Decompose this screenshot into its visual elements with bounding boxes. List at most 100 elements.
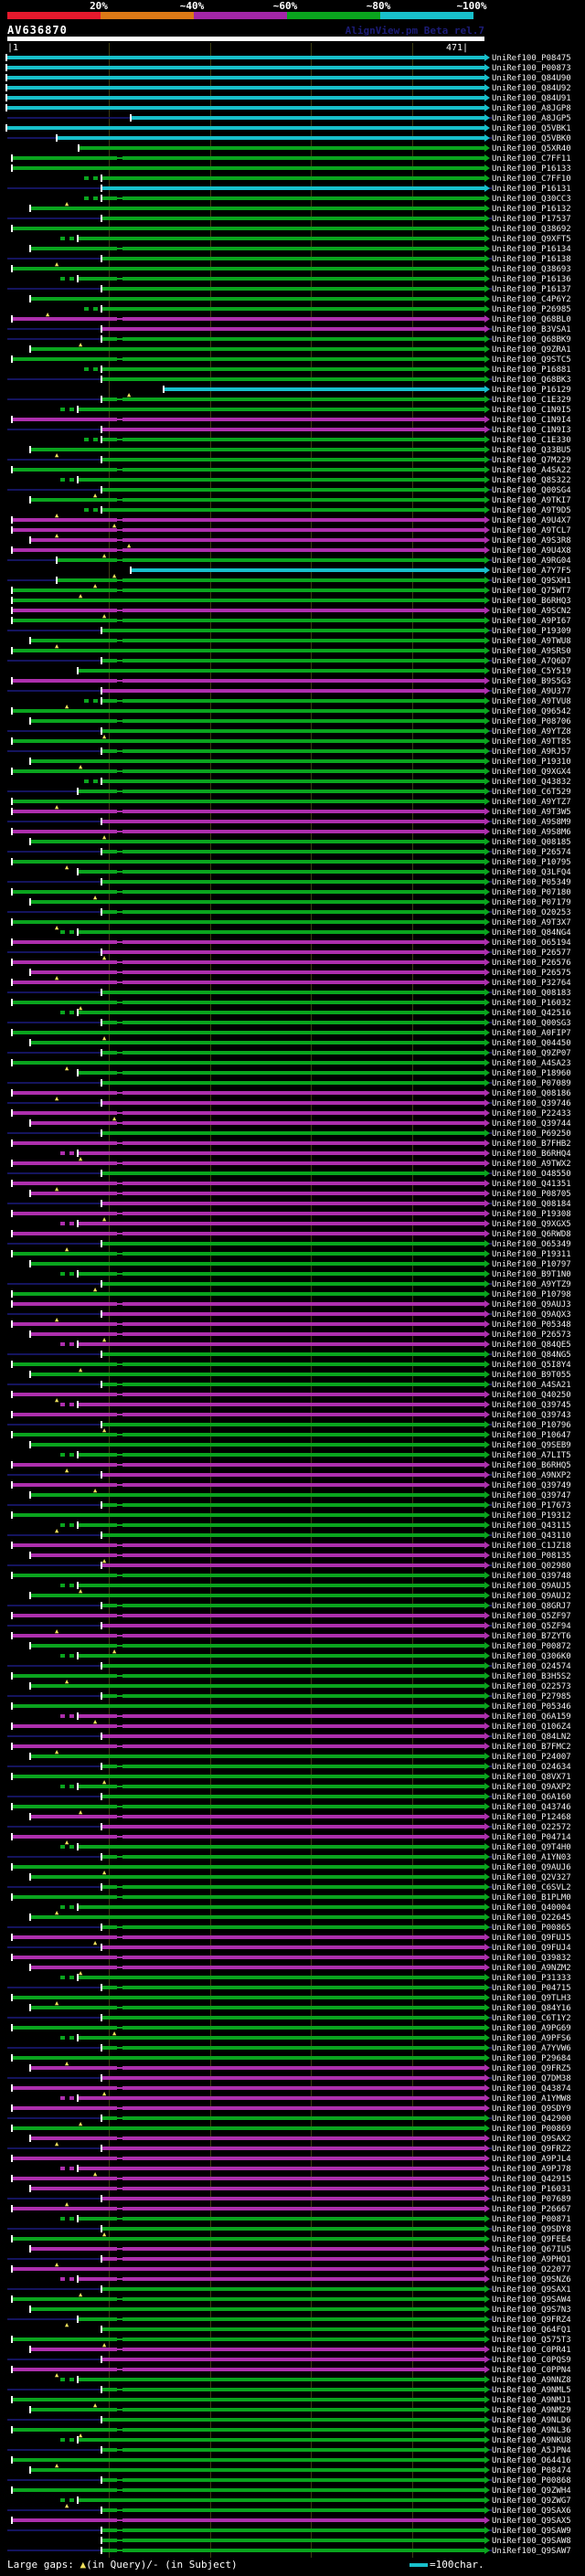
alignment-row[interactable]: UniRef100_O65349	[0, 1239, 585, 1249]
alignment-bar[interactable]	[79, 2498, 484, 2502]
alignment-bar[interactable]	[13, 548, 484, 552]
row-label[interactable]: UniRef100_P26573	[492, 1330, 571, 1340]
row-label[interactable]: UniRef100_O65349	[492, 1240, 571, 1249]
row-label[interactable]: UniRef100_C0PPN4	[492, 2366, 571, 2375]
alignment-row[interactable]: UniRef100_B7FMC2	[0, 1742, 585, 1752]
alignment-bar[interactable]	[31, 498, 484, 502]
row-label[interactable]: UniRef100_A9U4X8	[492, 546, 571, 556]
row-label[interactable]: UniRef100_O65194	[492, 938, 571, 948]
alignment-row[interactable]: ▲ UniRef100_P24007	[0, 1749, 585, 1762]
row-label[interactable]: UniRef100_B6RHQ4	[492, 1150, 571, 1159]
alignment-row[interactable]: UniRef100_O24574	[0, 1661, 585, 1671]
alignment-row[interactable]: ▲ UniRef100_P08705	[0, 1186, 585, 1199]
alignment-row[interactable]: ▲ UniRef100_Q9T4H0	[0, 1839, 585, 1852]
alignment-bar[interactable]	[31, 1262, 484, 1266]
alignment-row[interactable]: UniRef100_P04714	[0, 1832, 585, 1842]
row-label[interactable]: UniRef100_P10796	[492, 1421, 571, 1430]
alignment-bar[interactable]	[13, 1141, 484, 1145]
alignment-row[interactable]: UniRef100_Q84U91	[0, 93, 585, 103]
alignment-row[interactable]: UniRef100_A9T9D5	[0, 505, 585, 515]
row-label[interactable]: UniRef100_P16032	[492, 999, 571, 1008]
alignment-row[interactable]: UniRef100_Q38692	[0, 224, 585, 234]
alignment-bar[interactable]	[7, 96, 484, 100]
alignment-bar[interactable]	[79, 2438, 484, 2442]
alignment-row[interactable]: UniRef100_Q5ZF97	[0, 1611, 585, 1621]
alignment-row[interactable]: UniRef100_A8JGP8	[0, 103, 585, 113]
row-label[interactable]: UniRef100_Q9AQX3	[492, 1310, 571, 1320]
alignment-bar[interactable]	[13, 2126, 484, 2130]
alignment-row[interactable]: UniRef100_P00865	[0, 1923, 585, 1933]
alignment-bar[interactable]	[13, 920, 484, 924]
alignment-row[interactable]: ▲ UniRef100_Q9FEE4	[0, 2231, 585, 2244]
alignment-row[interactable]: ▲ UniRef100_P18960	[0, 1065, 585, 1079]
alignment-row[interactable]: UniRef100_A5JPN4	[0, 2445, 585, 2455]
alignment-bar[interactable]	[13, 468, 484, 472]
alignment-bar[interactable]	[31, 1332, 484, 1336]
alignment-bar[interactable]	[13, 227, 484, 230]
alignment-row[interactable]: UniRef100_A4SA22	[0, 465, 585, 475]
alignment-bar[interactable]	[102, 1533, 484, 1537]
row-label[interactable]: UniRef100_Q9SXH1	[492, 577, 571, 586]
alignment-row[interactable]: UniRef100_Q9SAX5	[0, 2516, 585, 2526]
alignment-bar[interactable]	[102, 1986, 484, 1989]
row-label[interactable]: UniRef100_P26576	[492, 959, 571, 968]
alignment-bar[interactable]	[31, 448, 484, 451]
alignment-row[interactable]: UniRef100_A9NMJ1	[0, 2395, 585, 2405]
row-label[interactable]: UniRef100_B3H5S2	[492, 1672, 571, 1681]
alignment-bar[interactable]	[102, 2539, 484, 2542]
alignment-bar[interactable]	[7, 56, 484, 59]
row-label[interactable]: UniRef100_Q9AUJ2	[492, 1592, 571, 1601]
alignment-bar[interactable]	[102, 1855, 484, 1859]
alignment-row[interactable]: ▲ UniRef100_O22573	[0, 1679, 585, 1691]
alignment-bar[interactable]	[79, 1654, 484, 1658]
alignment-bar[interactable]	[79, 790, 484, 793]
alignment-row[interactable]: UniRef100_Q08183	[0, 988, 585, 998]
alignment-row[interactable]: ▲ UniRef100_P16132	[0, 201, 585, 214]
alignment-row[interactable]: UniRef100_Q68BK9	[0, 334, 585, 345]
alignment-bar[interactable]	[13, 810, 484, 813]
alignment-bar[interactable]	[13, 1001, 484, 1004]
alignment-bar[interactable]	[13, 317, 484, 321]
alignment-bar[interactable]	[7, 126, 484, 130]
row-label[interactable]: UniRef100_B6RHQ5	[492, 1461, 571, 1470]
alignment-bar[interactable]	[132, 568, 484, 572]
alignment-bar[interactable]	[79, 1342, 484, 1346]
alignment-row[interactable]: UniRef100_A0FIP7	[0, 1028, 585, 1038]
alignment-bar[interactable]	[13, 2297, 484, 2301]
alignment-row[interactable]: UniRef100_B6RHQ5	[0, 1460, 585, 1470]
alignment-row[interactable]: ▲ UniRef100_Q9AUJ2	[0, 1588, 585, 1601]
row-label[interactable]: UniRef100_Q9AXP2	[492, 1783, 571, 1792]
alignment-bar[interactable]	[79, 1071, 484, 1075]
row-label[interactable]: UniRef100_P26577	[492, 949, 571, 958]
row-label[interactable]: UniRef100_Q42915	[492, 2175, 571, 2184]
row-label[interactable]: UniRef100_A1YMW8	[492, 2094, 571, 2104]
row-label[interactable]: UniRef100_A9U4X7	[492, 516, 571, 525]
alignment-row[interactable]: ▲ UniRef100_P26576	[0, 955, 585, 968]
alignment-bar[interactable]	[13, 1182, 484, 1185]
alignment-row[interactable]: UniRef100_A9YTZ9	[0, 1279, 585, 1289]
alignment-bar[interactable]	[132, 116, 484, 120]
alignment-bar[interactable]	[102, 689, 484, 693]
alignment-bar[interactable]	[102, 1202, 484, 1205]
alignment-row[interactable]: UniRef100_Q42900	[0, 2114, 585, 2124]
row-label[interactable]: UniRef100_A7Q6D7	[492, 657, 571, 666]
row-label[interactable]: UniRef100_C0PQS9	[492, 2356, 571, 2365]
row-label[interactable]: UniRef100_Q33BU5	[492, 446, 571, 455]
row-label[interactable]: UniRef100_Q9FUJ4	[492, 1944, 571, 1953]
alignment-bar[interactable]	[79, 2096, 484, 2100]
alignment-bar[interactable]	[102, 1021, 484, 1024]
row-label[interactable]: UniRef100_O24574	[492, 1662, 571, 1671]
row-label[interactable]: UniRef100_Q39749	[492, 1481, 571, 1490]
row-label[interactable]: UniRef100_P00871	[492, 2215, 571, 2224]
alignment-row[interactable]: UniRef100_P00871	[0, 2214, 585, 2224]
alignment-bar[interactable]	[13, 860, 484, 864]
row-label[interactable]: UniRef100_Q38693	[492, 265, 571, 274]
alignment-row[interactable]: ▲ UniRef100_O22645	[0, 1910, 585, 1923]
alignment-row[interactable]: UniRef100_P16134	[0, 244, 585, 254]
alignment-bar[interactable]	[13, 2518, 484, 2522]
row-label[interactable]: UniRef100_P00868	[492, 2476, 571, 2486]
row-label[interactable]: UniRef100_Q9T4H0	[492, 1843, 571, 1852]
row-label[interactable]: UniRef100_C0PR41	[492, 2346, 571, 2355]
alignment-bar[interactable]	[13, 1775, 484, 1778]
alignment-row[interactable]: UniRef100_A9TVU8	[0, 696, 585, 706]
